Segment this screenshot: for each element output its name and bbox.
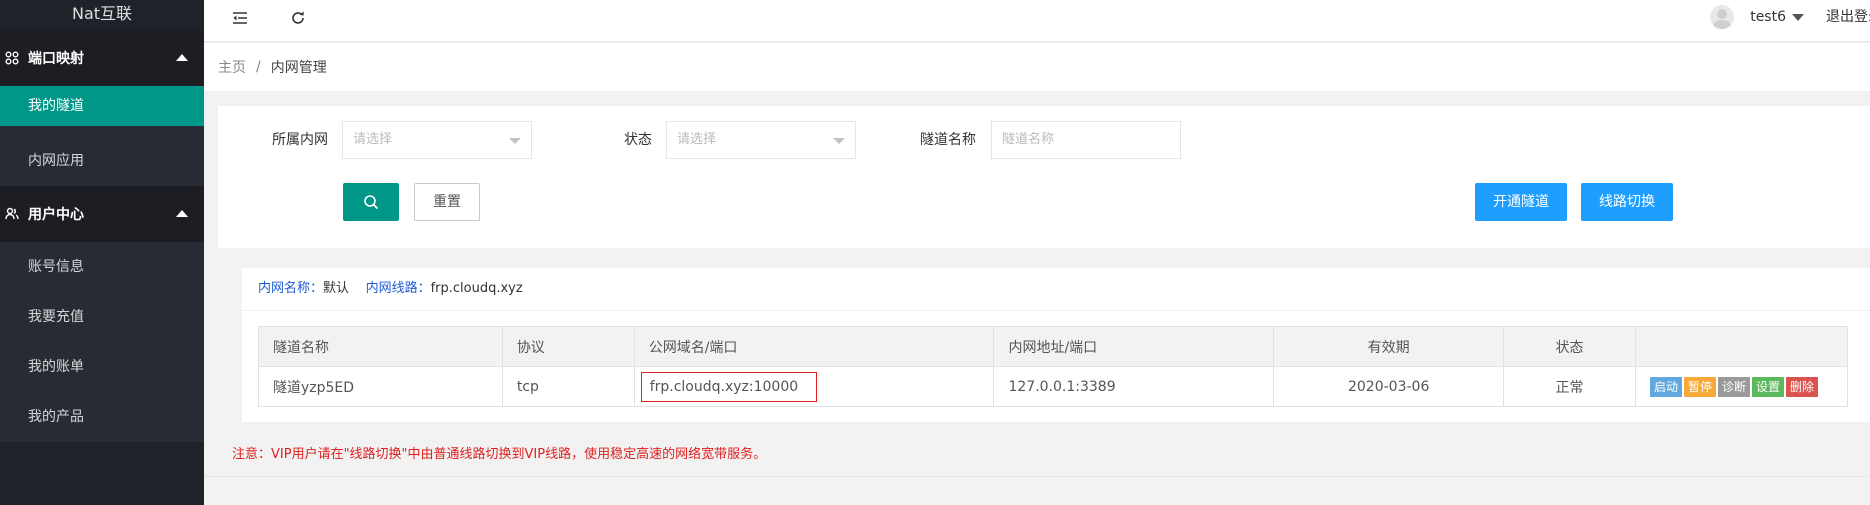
cell-local-address: 127.0.0.1:3389: [993, 366, 1275, 407]
menu-collapse-icon[interactable]: [230, 8, 250, 28]
column-header: 协议: [501, 326, 635, 367]
caret-down-icon: [1792, 13, 1804, 21]
sidebar: Nat互联 端口映射 我的隧道 内网应用 用户中心 账号信息 我要充值 我的账单…: [0, 0, 204, 505]
diagnose-button[interactable]: 诊断: [1718, 376, 1751, 397]
nav-sub-port-mapping: 我的隧道 内网应用: [0, 86, 204, 186]
cell-protocol: tcp: [501, 366, 635, 407]
user-menu[interactable]: test6: [1710, 5, 1804, 29]
nav-group-label: 端口映射: [28, 51, 84, 67]
divider: [204, 476, 1870, 477]
settings-button[interactable]: 设置: [1752, 376, 1785, 397]
tunnel-table: 隧道名称 协议 公网域名/端口 内网地址/端口 有效期 状态 隧道yzp5ED …: [258, 326, 1849, 407]
column-header: 隧道名称: [258, 326, 503, 367]
cell-expiry: 2020-03-06: [1273, 366, 1505, 407]
tunnel-name-label: 隧道名称: [920, 132, 976, 148]
refresh-icon[interactable]: [288, 8, 308, 28]
users-icon: [4, 206, 20, 222]
top-header: test6 退出登录: [204, 0, 1870, 42]
chevron-down-icon: [509, 138, 521, 144]
column-header: 有效期: [1273, 326, 1505, 367]
cell-operations: 启动 暂停 诊断 设置 删除: [1634, 366, 1849, 407]
status-select-placeholder: 请选择: [677, 132, 717, 147]
breadcrumb-current: 内网管理: [270, 60, 327, 76]
column-header: 内网地址/端口: [993, 326, 1275, 367]
status-select[interactable]: 请选择: [666, 121, 856, 159]
column-header: 公网域名/端口: [633, 326, 995, 367]
vip-notice: 注意：VIP用户请在"线路切换"中由普通线路切换到VIP线路，使用稳定高速的网络…: [232, 447, 767, 462]
grid-icon: [4, 50, 20, 66]
cell-status: 正常: [1503, 366, 1636, 407]
nav-group-user-center[interactable]: 用户中心: [0, 186, 204, 242]
nav-group-port-mapping[interactable]: 端口映射: [0, 30, 204, 86]
network-name-key: 内网名称：: [258, 281, 324, 296]
reset-button[interactable]: 重置: [414, 183, 480, 221]
start-button[interactable]: 启动: [1649, 376, 1682, 397]
sidebar-item-account-info[interactable]: 账号信息: [0, 242, 204, 292]
sidebar-item-my-bills[interactable]: 我的账单: [0, 342, 204, 392]
open-tunnel-button[interactable]: 开通隧道: [1475, 183, 1567, 221]
search-icon: [364, 195, 379, 210]
status-label: 状态: [624, 132, 652, 148]
table-header-row: 隧道名称 协议 公网域名/端口 内网地址/端口 有效期 状态: [258, 326, 1849, 367]
network-select-placeholder: 请选择: [353, 132, 393, 147]
chevron-up-icon: [176, 210, 188, 217]
search-button[interactable]: [343, 183, 399, 221]
network-label: 所属内网: [272, 132, 328, 148]
username: test6: [1750, 9, 1786, 25]
divider: [242, 310, 1870, 311]
table-row: 隧道yzp5ED tcp frp.cloudq.xyz:10000 127.0.…: [258, 366, 1849, 407]
network-line-value: frp.cloudq.xyz: [430, 281, 523, 296]
network-info: 内网名称：默认 内网线路：frp.cloudq.xyz: [258, 280, 523, 298]
sidebar-item-my-products[interactable]: 我的产品: [0, 392, 204, 442]
filter-card: 所属内网 请选择 状态 请选择 隧道名称 隧道名称 重置 开通隧道 线路切换: [218, 106, 1870, 248]
public-address-highlight: frp.cloudq.xyz:10000: [640, 371, 818, 402]
app-logo: Nat互联: [71, 4, 133, 23]
column-header: [1634, 326, 1849, 367]
chevron-down-icon: [833, 138, 845, 144]
breadcrumb: 主页 / 内网管理: [204, 43, 1870, 91]
network-line-key: 内网线路：: [365, 281, 431, 296]
tunnel-name-input[interactable]: 隧道名称: [991, 121, 1181, 159]
logout-link[interactable]: 退出登录: [1826, 5, 1870, 29]
cell-tunnel-name: 隧道yzp5ED: [258, 366, 503, 407]
network-select[interactable]: 请选择: [342, 121, 532, 159]
breadcrumb-home[interactable]: 主页: [218, 57, 246, 77]
switch-line-button[interactable]: 线路切换: [1581, 183, 1673, 221]
sidebar-item-intranet-apps[interactable]: 内网应用: [0, 136, 204, 186]
chevron-up-icon: [176, 54, 188, 61]
nav-sub-user-center: 账号信息 我要充值 我的账单 我的产品: [0, 242, 204, 442]
sidebar-item-my-tunnels[interactable]: 我的隧道: [0, 86, 204, 126]
tunnel-name-placeholder: 隧道名称: [1002, 132, 1055, 147]
breadcrumb-separator: /: [256, 59, 261, 75]
avatar: [1710, 5, 1735, 29]
cell-public-address: frp.cloudq.xyz:10000: [633, 366, 995, 407]
network-name-value: 默认: [323, 281, 350, 296]
column-header: 状态: [1503, 326, 1636, 367]
pause-button[interactable]: 暂停: [1684, 376, 1717, 397]
nav-group-label: 用户中心: [28, 207, 84, 223]
sidebar-item-recharge[interactable]: 我要充值: [0, 292, 204, 342]
delete-button[interactable]: 删除: [1786, 376, 1819, 397]
